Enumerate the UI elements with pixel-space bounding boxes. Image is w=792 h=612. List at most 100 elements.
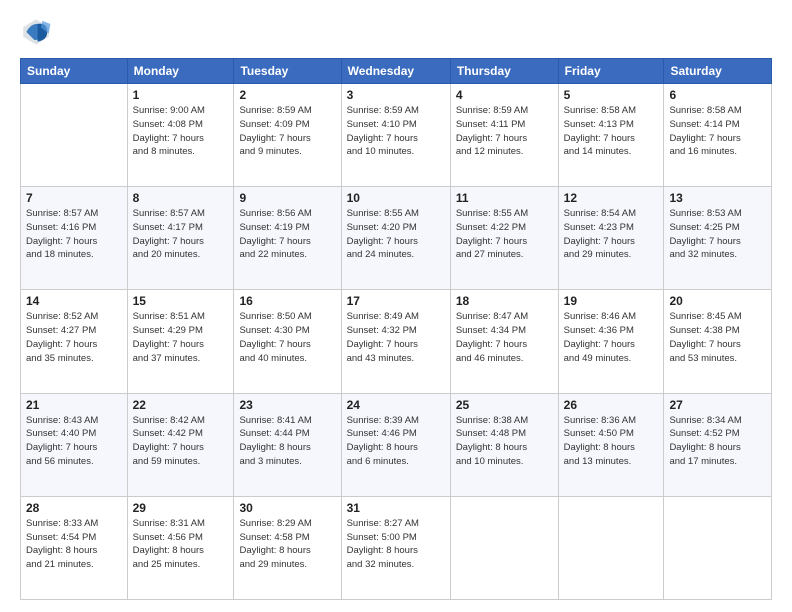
calendar-week-row: 1 Sunrise: 9:00 AM Sunset: 4:08 PM Daylig… [21, 84, 772, 187]
calendar-cell: 19 Sunrise: 8:46 AM Sunset: 4:36 PM Dayli… [558, 290, 664, 393]
day-number: 16 [239, 294, 335, 308]
calendar-cell: 10Sunrise: 8:55 AM Sunset: 4:20 PM Dayli… [341, 187, 450, 290]
day-info: Sunrise: 8:55 AM Sunset: 4:20 PM Dayligh… [347, 207, 445, 262]
calendar-cell: 2 Sunrise: 8:59 AM Sunset: 4:09 PM Daylig… [234, 84, 341, 187]
calendar-header-sunday: Sunday [21, 59, 128, 84]
day-number: 12 [564, 191, 659, 205]
page-header [20, 16, 772, 48]
day-info: Sunrise: 8:59 AM Sunset: 4:09 PM Dayligh… [239, 104, 335, 159]
calendar-cell: 11 Sunrise: 8:55 AM Sunset: 4:22 PM Dayli… [450, 187, 558, 290]
day-number: 5 [564, 88, 659, 102]
calendar-cell: 28 Sunrise: 8:33 AM Sunset: 4:54 PM Dayli… [21, 496, 128, 599]
day-info: Sunrise: 8:57 AM Sunset: 4:16 PM Dayligh… [26, 207, 122, 262]
day-info: Sunrise: 8:59 AM Sunset: 4:11 PM Dayligh… [456, 104, 553, 159]
calendar-cell [558, 496, 664, 599]
calendar-cell [450, 496, 558, 599]
calendar-cell: 30 Sunrise: 8:29 AM Sunset: 4:58 PM Dayli… [234, 496, 341, 599]
day-number: 31 [347, 501, 445, 515]
calendar-cell: 4 Sunrise: 8:59 AM Sunset: 4:11 PM Daylig… [450, 84, 558, 187]
calendar-cell: 5 Sunrise: 8:58 AM Sunset: 4:13 PM Daylig… [558, 84, 664, 187]
calendar-week-row: 14 Sunrise: 8:52 AM Sunset: 4:27 PM Dayli… [21, 290, 772, 393]
day-info: Sunrise: 8:42 AM Sunset: 4:42 PM Dayligh… [133, 414, 229, 469]
calendar-cell: 22 Sunrise: 8:42 AM Sunset: 4:42 PM Dayli… [127, 393, 234, 496]
day-info: Sunrise: 8:36 AM Sunset: 4:50 PM Dayligh… [564, 414, 659, 469]
day-info: Sunrise: 8:57 AM Sunset: 4:17 PM Dayligh… [133, 207, 229, 262]
day-number: 15 [133, 294, 229, 308]
day-number: 7 [26, 191, 122, 205]
day-info: Sunrise: 8:54 AM Sunset: 4:23 PM Dayligh… [564, 207, 659, 262]
calendar-cell: 3 Sunrise: 8:59 AM Sunset: 4:10 PM Daylig… [341, 84, 450, 187]
calendar-header-saturday: Saturday [664, 59, 772, 84]
day-number: 9 [239, 191, 335, 205]
day-info: Sunrise: 8:31 AM Sunset: 4:56 PM Dayligh… [133, 517, 229, 572]
day-number: 26 [564, 398, 659, 412]
calendar-header-wednesday: Wednesday [341, 59, 450, 84]
day-info: Sunrise: 8:39 AM Sunset: 4:46 PM Dayligh… [347, 414, 445, 469]
day-info: Sunrise: 8:58 AM Sunset: 4:14 PM Dayligh… [669, 104, 766, 159]
calendar-cell: 24 Sunrise: 8:39 AM Sunset: 4:46 PM Dayli… [341, 393, 450, 496]
day-info: Sunrise: 8:58 AM Sunset: 4:13 PM Dayligh… [564, 104, 659, 159]
day-info: Sunrise: 8:53 AM Sunset: 4:25 PM Dayligh… [669, 207, 766, 262]
day-number: 20 [669, 294, 766, 308]
day-info: Sunrise: 8:29 AM Sunset: 4:58 PM Dayligh… [239, 517, 335, 572]
calendar-cell: 31Sunrise: 8:27 AM Sunset: 5:00 PM Dayli… [341, 496, 450, 599]
day-number: 19 [564, 294, 659, 308]
day-number: 24 [347, 398, 445, 412]
day-number: 18 [456, 294, 553, 308]
calendar-cell: 27 Sunrise: 8:34 AM Sunset: 4:52 PM Dayli… [664, 393, 772, 496]
day-info: Sunrise: 8:38 AM Sunset: 4:48 PM Dayligh… [456, 414, 553, 469]
day-info: Sunrise: 8:55 AM Sunset: 4:22 PM Dayligh… [456, 207, 553, 262]
day-info: Sunrise: 8:51 AM Sunset: 4:29 PM Dayligh… [133, 310, 229, 365]
day-info: Sunrise: 8:50 AM Sunset: 4:30 PM Dayligh… [239, 310, 335, 365]
day-info: Sunrise: 8:43 AM Sunset: 4:40 PM Dayligh… [26, 414, 122, 469]
day-number: 11 [456, 191, 553, 205]
day-number: 29 [133, 501, 229, 515]
calendar-cell: 8Sunrise: 8:57 AM Sunset: 4:17 PM Daylig… [127, 187, 234, 290]
day-number: 6 [669, 88, 766, 102]
day-info: Sunrise: 8:56 AM Sunset: 4:19 PM Dayligh… [239, 207, 335, 262]
day-number: 1 [133, 88, 229, 102]
day-number: 21 [26, 398, 122, 412]
day-number: 27 [669, 398, 766, 412]
day-number: 17 [347, 294, 445, 308]
day-info: Sunrise: 8:33 AM Sunset: 4:54 PM Dayligh… [26, 517, 122, 572]
calendar-header-thursday: Thursday [450, 59, 558, 84]
day-number: 23 [239, 398, 335, 412]
calendar-week-row: 7 Sunrise: 8:57 AM Sunset: 4:16 PM Daylig… [21, 187, 772, 290]
calendar-week-row: 21 Sunrise: 8:43 AM Sunset: 4:40 PM Dayli… [21, 393, 772, 496]
day-info: Sunrise: 8:49 AM Sunset: 4:32 PM Dayligh… [347, 310, 445, 365]
day-info: Sunrise: 8:45 AM Sunset: 4:38 PM Dayligh… [669, 310, 766, 365]
day-info: Sunrise: 9:00 AM Sunset: 4:08 PM Dayligh… [133, 104, 229, 159]
day-number: 22 [133, 398, 229, 412]
day-number: 2 [239, 88, 335, 102]
calendar-cell: 12 Sunrise: 8:54 AM Sunset: 4:23 PM Dayli… [558, 187, 664, 290]
calendar-cell: 29 Sunrise: 8:31 AM Sunset: 4:56 PM Dayli… [127, 496, 234, 599]
day-info: Sunrise: 8:59 AM Sunset: 4:10 PM Dayligh… [347, 104, 445, 159]
day-info: Sunrise: 8:52 AM Sunset: 4:27 PM Dayligh… [26, 310, 122, 365]
calendar-cell: 20 Sunrise: 8:45 AM Sunset: 4:38 PM Dayli… [664, 290, 772, 393]
day-number: 4 [456, 88, 553, 102]
calendar-cell: 14 Sunrise: 8:52 AM Sunset: 4:27 PM Dayli… [21, 290, 128, 393]
calendar-cell [664, 496, 772, 599]
calendar-cell: 25 Sunrise: 8:38 AM Sunset: 4:48 PM Dayli… [450, 393, 558, 496]
day-number: 14 [26, 294, 122, 308]
day-number: 28 [26, 501, 122, 515]
calendar-cell: 17 Sunrise: 8:49 AM Sunset: 4:32 PM Dayli… [341, 290, 450, 393]
day-number: 25 [456, 398, 553, 412]
logo-icon [20, 16, 52, 48]
day-number: 30 [239, 501, 335, 515]
calendar-cell: 7 Sunrise: 8:57 AM Sunset: 4:16 PM Daylig… [21, 187, 128, 290]
calendar-cell: 6 Sunrise: 8:58 AM Sunset: 4:14 PM Daylig… [664, 84, 772, 187]
day-info: Sunrise: 8:46 AM Sunset: 4:36 PM Dayligh… [564, 310, 659, 365]
calendar-cell: 1 Sunrise: 9:00 AM Sunset: 4:08 PM Daylig… [127, 84, 234, 187]
day-info: Sunrise: 8:34 AM Sunset: 4:52 PM Dayligh… [669, 414, 766, 469]
calendar-cell: 26 Sunrise: 8:36 AM Sunset: 4:50 PM Dayli… [558, 393, 664, 496]
calendar-cell: 18Sunrise: 8:47 AM Sunset: 4:34 PM Dayli… [450, 290, 558, 393]
calendar-cell [21, 84, 128, 187]
calendar-header-monday: Monday [127, 59, 234, 84]
calendar-header-tuesday: Tuesday [234, 59, 341, 84]
calendar-cell: 21 Sunrise: 8:43 AM Sunset: 4:40 PM Dayli… [21, 393, 128, 496]
day-number: 3 [347, 88, 445, 102]
calendar-cell: 23Sunrise: 8:41 AM Sunset: 4:44 PM Dayli… [234, 393, 341, 496]
calendar-table: SundayMondayTuesdayWednesdayThursdayFrid… [20, 58, 772, 600]
